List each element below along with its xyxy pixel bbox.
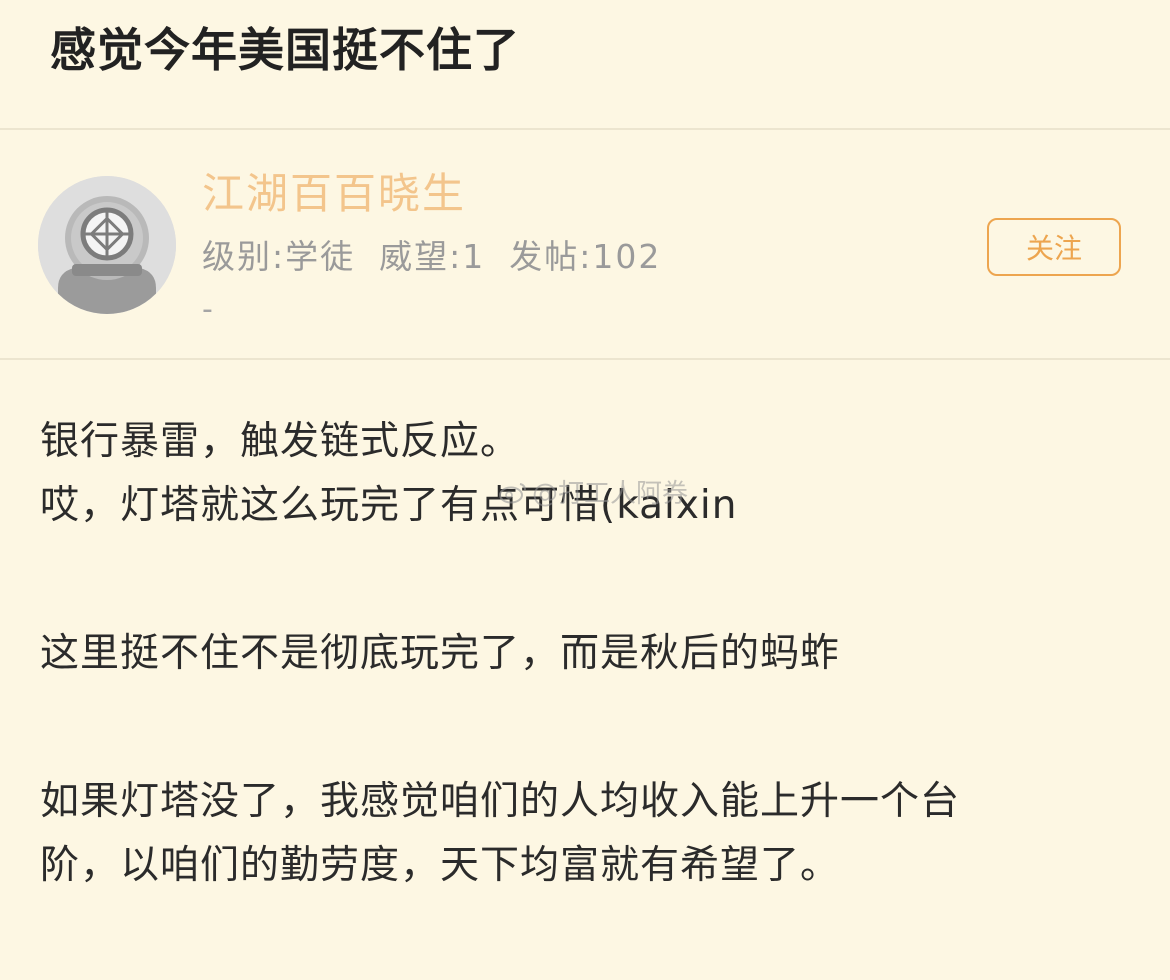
watermark: @打工人阿券 xyxy=(498,473,688,510)
post-title: 感觉今年美国挺不住了 xyxy=(50,23,520,77)
follow-button[interactable]: 关注 xyxy=(987,218,1121,276)
author-level: 级别:学徒 xyxy=(202,237,356,276)
avatar[interactable] xyxy=(38,176,176,314)
author-signature: - xyxy=(202,292,213,327)
content-line: 银行暴雷，触发链式反应。 xyxy=(40,419,521,464)
content-line: 这里挺不住不是彻底玩完了，而是秋后的蚂蚱 xyxy=(40,631,841,676)
author-meta: 级别:学徒 威望:1 发帖:102 xyxy=(202,230,685,278)
author-prestige: 威望:1 xyxy=(379,237,486,276)
author-posts: 发帖:102 xyxy=(509,237,662,276)
content-line: 如果灯塔没了，我感觉咱们的人均收入能上升一个台 xyxy=(40,779,961,824)
weibo-logo-icon xyxy=(499,482,526,503)
author-name[interactable]: 江湖百百晓生 xyxy=(202,160,466,221)
title-bar: 感觉今年美国挺不住了 xyxy=(0,0,1170,130)
content-line: 阶，以咱们的勤劳度，天下均富就有希望了。 xyxy=(40,843,841,888)
author-card: 江湖百百晓生 级别:学徒 威望:1 发帖:102 - 关注 xyxy=(0,130,1170,360)
diving-helmet-icon xyxy=(38,176,176,314)
watermark-text: @打工人阿券 xyxy=(532,479,689,509)
